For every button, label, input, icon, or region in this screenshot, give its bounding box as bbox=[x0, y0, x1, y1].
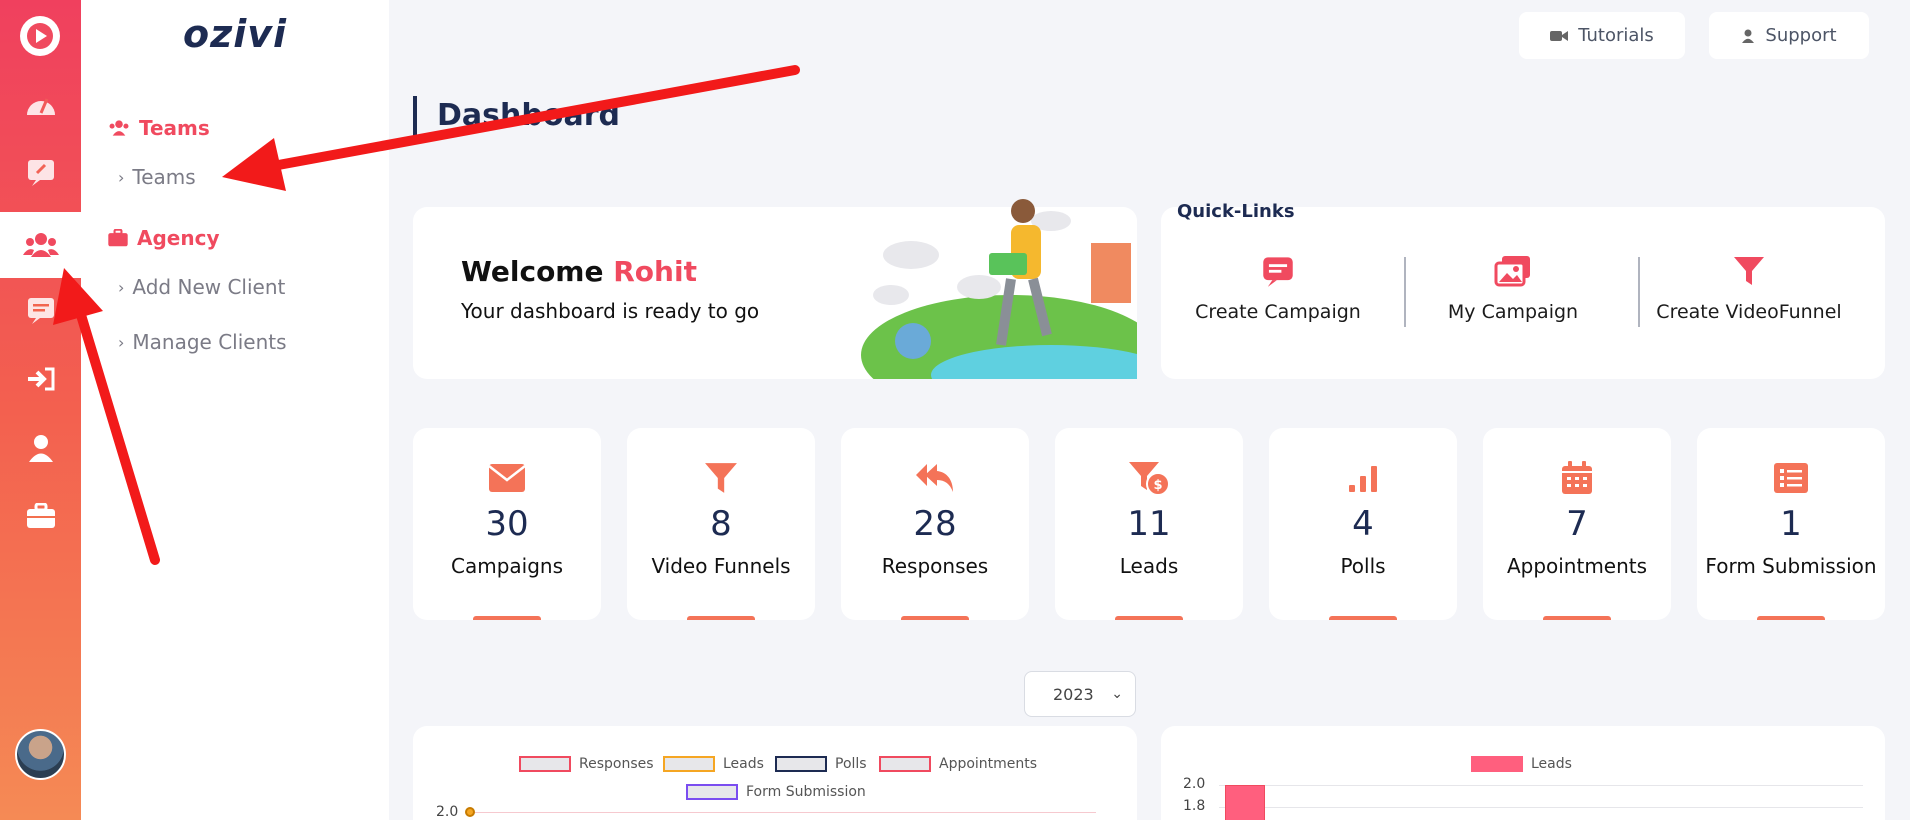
user-icon bbox=[28, 435, 53, 462]
stat-card-campaigns[interactable]: 30 Campaigns bbox=[413, 428, 601, 620]
rail-dashboard[interactable] bbox=[0, 74, 81, 134]
support-button[interactable]: Support bbox=[1709, 12, 1869, 59]
rail-login[interactable] bbox=[0, 349, 81, 409]
y-tick-label: 1.8 bbox=[1183, 798, 1206, 814]
sidebar-item-manage-clients[interactable]: › Manage Clients bbox=[118, 330, 287, 354]
stat-underline bbox=[1329, 616, 1397, 620]
stat-underline bbox=[1543, 616, 1611, 620]
stat-underline bbox=[687, 616, 755, 620]
user-icon bbox=[1742, 29, 1755, 43]
svg-text:$: $ bbox=[1153, 478, 1162, 493]
funnel-icon bbox=[705, 463, 737, 493]
gridline bbox=[1219, 785, 1863, 786]
welcome-illustration bbox=[861, 199, 1137, 379]
welcome-heading: Welcome Rohit bbox=[461, 255, 697, 288]
list-icon bbox=[1774, 463, 1808, 493]
stat-label: Video Funnels bbox=[651, 554, 791, 578]
teams-section-title: Teams bbox=[107, 116, 210, 140]
stat-card-responses[interactable]: 28 Responses bbox=[841, 428, 1029, 620]
images-icon bbox=[1494, 256, 1530, 287]
gridline bbox=[471, 812, 1096, 813]
stat-label: Polls bbox=[1340, 554, 1386, 578]
legend-leads[interactable]: Leads bbox=[1471, 756, 1572, 772]
stat-card-appointments[interactable]: 7 Appointments bbox=[1483, 428, 1671, 620]
message-icon bbox=[1263, 257, 1293, 287]
stat-value: 30 bbox=[485, 504, 529, 544]
stat-card-form-submission[interactable]: 1 Form Submission bbox=[1697, 428, 1885, 620]
video-camera-icon bbox=[1550, 30, 1569, 41]
stat-underline bbox=[1757, 616, 1825, 620]
chevron-right-icon: › bbox=[118, 332, 125, 352]
quick-link-create-campaign[interactable]: Create Campaign bbox=[1163, 255, 1393, 323]
rail-teams[interactable] bbox=[0, 212, 81, 278]
sidebar-item-teams[interactable]: › Teams bbox=[118, 165, 196, 189]
team-icon bbox=[22, 233, 59, 257]
quick-links-card: Quick-Links Create Campaign My Campaign … bbox=[1161, 201, 1885, 379]
stat-card-polls[interactable]: 4 Polls bbox=[1269, 428, 1457, 620]
chevron-down-icon: ⌄ bbox=[1111, 686, 1123, 702]
line-chart-card: Responses Leads Polls Appointments Form … bbox=[413, 726, 1137, 820]
bar[interactable] bbox=[1225, 785, 1265, 820]
team-icon bbox=[109, 120, 129, 136]
stat-label: Responses bbox=[881, 554, 989, 578]
stat-underline bbox=[473, 616, 541, 620]
rail-edit[interactable] bbox=[0, 142, 81, 202]
gridline bbox=[1219, 807, 1863, 808]
rail-messages[interactable] bbox=[0, 280, 81, 340]
chevron-right-icon: › bbox=[118, 277, 125, 297]
stat-value: 28 bbox=[913, 504, 957, 544]
signal-bars-icon bbox=[1349, 466, 1377, 492]
avatar[interactable] bbox=[15, 729, 66, 780]
page-title: Dashboard bbox=[413, 96, 620, 136]
stat-value: 7 bbox=[1566, 504, 1588, 544]
sidebar-item-add-new-client[interactable]: › Add New Client bbox=[118, 275, 285, 299]
legend-leads[interactable]: Leads bbox=[663, 756, 764, 772]
edit-icon bbox=[27, 160, 54, 186]
funnel-dollar-icon: $ bbox=[1129, 462, 1170, 496]
welcome-subtitle: Your dashboard is ready to go bbox=[461, 299, 760, 323]
quick-link-create-videofunnel[interactable]: Create VideoFunnel bbox=[1634, 255, 1864, 323]
stat-value: 8 bbox=[710, 504, 732, 544]
reply-all-icon bbox=[916, 464, 953, 492]
quick-link-my-campaign[interactable]: My Campaign bbox=[1398, 255, 1628, 323]
app-logo-icon[interactable] bbox=[20, 16, 60, 56]
briefcase-icon bbox=[26, 503, 55, 528]
stat-label: Form Submission bbox=[1705, 554, 1877, 578]
bar-chart-card: Leads 2.0 1.8 bbox=[1161, 726, 1885, 820]
welcome-card: Welcome Rohit Your dashboard is ready to… bbox=[413, 199, 1137, 379]
login-icon bbox=[27, 367, 54, 391]
rail-profile[interactable] bbox=[0, 418, 81, 478]
stat-label: Leads bbox=[1119, 554, 1179, 578]
legend-form-submission[interactable]: Form Submission bbox=[686, 784, 866, 800]
data-point[interactable] bbox=[465, 807, 475, 817]
stat-value: 4 bbox=[1352, 504, 1374, 544]
agency-section-title: Agency bbox=[107, 226, 220, 250]
calendar-icon bbox=[1562, 461, 1592, 494]
envelope-icon bbox=[489, 464, 525, 492]
legend-appointments[interactable]: Appointments bbox=[879, 756, 1037, 772]
stat-value: 1 bbox=[1780, 504, 1802, 544]
briefcase-icon bbox=[108, 229, 128, 247]
y-tick-label: 2.0 bbox=[436, 804, 459, 820]
legend-polls[interactable]: Polls bbox=[775, 756, 867, 772]
year-select[interactable]: 2023 ⌄ bbox=[1024, 671, 1136, 717]
y-tick-label: 2.0 bbox=[1183, 776, 1206, 792]
stat-label: Campaigns bbox=[450, 554, 563, 578]
tutorials-button[interactable]: Tutorials bbox=[1519, 12, 1685, 59]
funnel-icon bbox=[1734, 257, 1764, 285]
stat-value: 11 bbox=[1127, 504, 1171, 544]
stat-card-video-funnels[interactable]: 8 Video Funnels bbox=[627, 428, 815, 620]
quick-links-title: Quick-Links bbox=[1177, 201, 1295, 222]
rail-agency[interactable] bbox=[0, 486, 81, 546]
stat-label: Appointments bbox=[1506, 554, 1648, 578]
chevron-right-icon: › bbox=[118, 167, 125, 187]
icon-rail bbox=[0, 0, 81, 820]
stat-underline bbox=[1115, 616, 1183, 620]
message-icon bbox=[27, 298, 54, 324]
legend-responses[interactable]: Responses bbox=[519, 756, 654, 772]
stat-card-leads[interactable]: $ 11 Leads bbox=[1055, 428, 1243, 620]
dashboard-gauge-icon bbox=[26, 98, 55, 115]
stat-underline bbox=[901, 616, 969, 620]
brand-logo[interactable]: ozivi bbox=[183, 12, 287, 56]
